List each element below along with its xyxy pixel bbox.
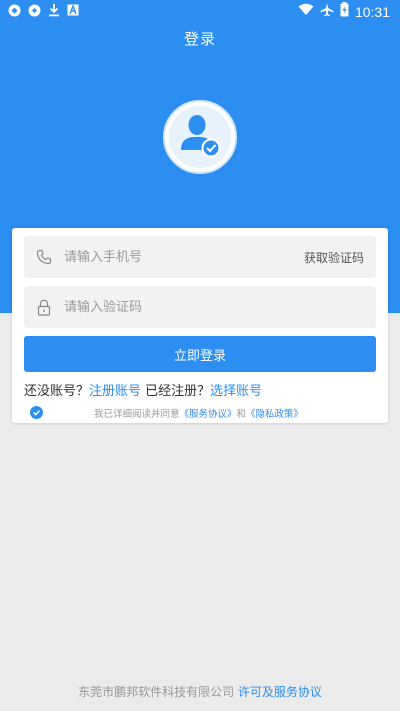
get-code-button[interactable]: 获取验证码 — [304, 249, 376, 266]
app-icon-2 — [28, 4, 41, 21]
agreement-and: 和 — [236, 409, 247, 420]
agreement-text: 我已详细阅读并同意《服务协议》和《隐私政策》 — [94, 406, 303, 420]
login-button[interactable]: 立即登录 — [24, 336, 376, 372]
login-card: 获取验证码 立即登录 还没账号？注册账号 已经注册？选择账号 我已详细阅读并同意… — [12, 228, 388, 423]
code-input[interactable] — [64, 299, 376, 315]
app-icon-1 — [8, 4, 21, 21]
status-time: 10:31 — [354, 3, 390, 20]
phone-field: 获取验证码 — [24, 236, 376, 278]
status-bar-left — [8, 3, 79, 21]
wifi-icon — [298, 3, 314, 20]
agreement-checkbox[interactable] — [30, 406, 43, 419]
register-link[interactable]: 注册账号 — [89, 384, 141, 399]
account-links: 还没账号？注册账号 已经注册？选择账号 — [24, 380, 262, 399]
airplane-icon — [320, 3, 334, 21]
download-icon — [48, 3, 60, 21]
registered-text: 已经注册？ — [141, 384, 211, 399]
phone-icon — [24, 249, 64, 265]
page-title: 登录 — [183, 30, 216, 48]
status-bar-right: 10:31 — [298, 2, 390, 21]
battery-icon — [340, 2, 349, 21]
agreement-prefix: 我已详细阅读并同意 — [94, 409, 180, 420]
code-field — [24, 286, 376, 328]
no-account-text: 还没账号？ — [24, 384, 90, 399]
company-name: 东莞市鹏邦软件科技有限公司 — [78, 685, 235, 699]
font-icon — [67, 4, 79, 20]
privacy-policy-link[interactable]: 《隐私政策》 — [246, 409, 303, 420]
lock-icon — [24, 299, 64, 316]
phone-input[interactable] — [64, 249, 304, 265]
avatar — [163, 100, 237, 174]
select-account-link[interactable]: 选择账号 — [210, 384, 262, 399]
service-agreement-link[interactable]: 《服务协议》 — [180, 409, 237, 420]
user-verified-icon — [175, 110, 225, 164]
footer: 东莞市鹏邦软件科技有限公司 许可及服务协议 — [0, 683, 400, 700]
license-agreement-link[interactable]: 许可及服务协议 — [238, 685, 322, 699]
agreement-row: 我已详细阅读并同意《服务协议》和《隐私政策》 — [24, 406, 376, 420]
status-bar: 10:31 — [0, 0, 400, 22]
